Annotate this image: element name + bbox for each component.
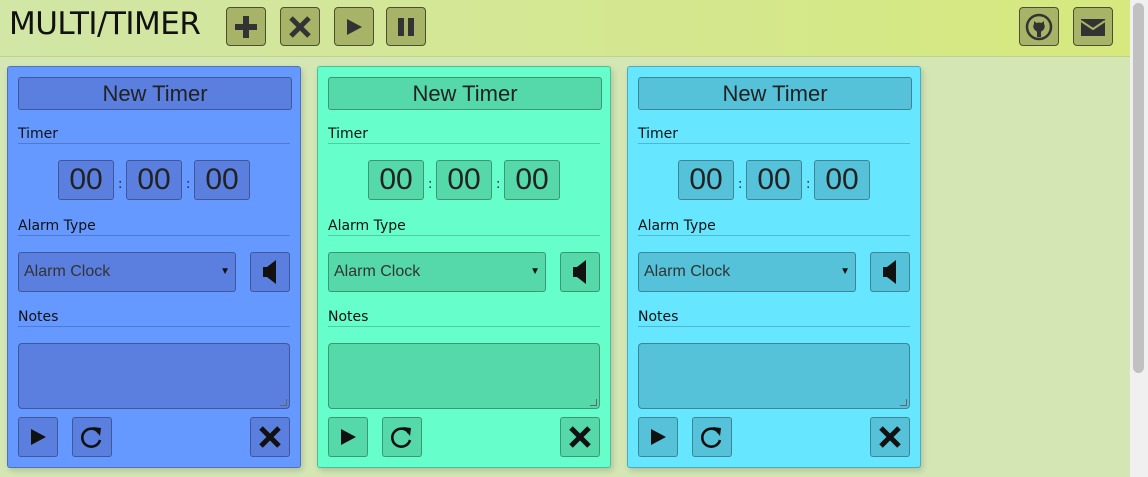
start-all-button[interactable] (334, 7, 374, 46)
hours-field[interactable]: 00 (58, 160, 114, 200)
vertical-scrollbar[interactable] (1130, 0, 1148, 477)
play-icon (341, 429, 356, 445)
notes-section-label: Notes (328, 309, 600, 327)
time-separator: : (428, 177, 433, 192)
delete-timer-button[interactable] (870, 417, 910, 457)
timer-card: New Timer Timer 00 : 00 : 00 Alarm Type … (627, 66, 921, 468)
start-timer-button[interactable] (18, 417, 58, 457)
start-timer-button[interactable] (328, 417, 368, 457)
pause-all-button[interactable] (386, 7, 426, 46)
app-title: MULTI/TIMER (9, 6, 201, 42)
seconds-field[interactable]: 00 (194, 160, 250, 200)
notes-textarea[interactable] (328, 343, 600, 409)
notes-textarea[interactable] (638, 343, 910, 409)
sound-preview-button[interactable] (870, 252, 910, 292)
notes-textarea[interactable] (18, 343, 290, 409)
timer-section-label: Timer (18, 126, 290, 144)
close-icon (259, 426, 281, 448)
mail-button[interactable] (1073, 7, 1113, 46)
play-icon (347, 18, 362, 35)
timer-name-input[interactable]: New Timer (638, 77, 912, 110)
timer-card: New Timer Timer 00 : 00 : 00 Alarm Type … (317, 66, 611, 468)
seconds-field[interactable]: 00 (504, 160, 560, 200)
minutes-field[interactable]: 00 (436, 160, 492, 200)
timer-card: New Timer Timer 00 : 00 : 00 Alarm Type … (7, 66, 301, 468)
notes-section-label: Notes (18, 309, 290, 327)
timer-section-label: Timer (638, 126, 910, 144)
resize-grip-icon[interactable] (590, 399, 597, 406)
alarm-section-label: Alarm Type (328, 218, 600, 236)
delete-timer-button[interactable] (250, 417, 290, 457)
plus-icon (235, 15, 257, 38)
alarm-type-select[interactable]: Alarm Clock ▼ (638, 252, 856, 292)
add-timer-button[interactable] (226, 7, 266, 46)
speaker-icon (883, 260, 896, 284)
start-timer-button[interactable] (638, 417, 678, 457)
close-icon (569, 426, 591, 448)
time-separator: : (496, 177, 501, 192)
alarm-type-value: Alarm Clock (24, 263, 111, 280)
reset-timer-button[interactable] (692, 417, 732, 457)
alarm-section-label: Alarm Type (638, 218, 910, 236)
time-separator: : (806, 177, 811, 192)
timer-name-input[interactable]: New Timer (18, 77, 292, 110)
chevron-down-icon: ▼ (220, 266, 230, 277)
chevron-down-icon: ▼ (840, 266, 850, 277)
hours-field[interactable]: 00 (678, 160, 734, 200)
refresh-icon (391, 427, 412, 448)
sound-preview-button[interactable] (560, 252, 600, 292)
notes-section-label: Notes (638, 309, 910, 327)
close-icon (879, 426, 901, 448)
close-icon (289, 15, 311, 38)
timer-name-input[interactable]: New Timer (328, 77, 602, 110)
time-separator: : (738, 177, 743, 192)
alarm-type-select[interactable]: Alarm Clock ▼ (18, 252, 236, 292)
minutes-field[interactable]: 00 (126, 160, 182, 200)
pause-icon (398, 17, 414, 36)
hours-field[interactable]: 00 (368, 160, 424, 200)
sound-preview-button[interactable] (250, 252, 290, 292)
chevron-down-icon: ▼ (530, 266, 540, 277)
minutes-field[interactable]: 00 (746, 160, 802, 200)
reset-timer-button[interactable] (72, 417, 112, 457)
time-separator: : (118, 177, 123, 192)
github-icon (1025, 13, 1053, 40)
mail-icon (1080, 18, 1106, 36)
github-button[interactable] (1019, 7, 1059, 46)
refresh-icon (81, 427, 102, 448)
alarm-type-value: Alarm Clock (334, 263, 421, 280)
alarm-type-value: Alarm Clock (644, 263, 731, 280)
resize-grip-icon[interactable] (900, 399, 907, 406)
alarm-type-select[interactable]: Alarm Clock ▼ (328, 252, 546, 292)
timer-section-label: Timer (328, 126, 600, 144)
time-separator: : (186, 177, 191, 192)
reset-timer-button[interactable] (382, 417, 422, 457)
resize-grip-icon[interactable] (280, 399, 287, 406)
speaker-icon (573, 260, 586, 284)
play-icon (651, 429, 666, 445)
refresh-icon (701, 427, 722, 448)
play-icon (31, 429, 46, 445)
delete-timer-button[interactable] (560, 417, 600, 457)
speaker-icon (263, 260, 276, 284)
remove-all-button[interactable] (280, 7, 320, 46)
scrollbar-thumb[interactable] (1133, 3, 1144, 373)
header: MULTI/TIMER (0, 0, 1130, 57)
alarm-section-label: Alarm Type (18, 218, 290, 236)
seconds-field[interactable]: 00 (814, 160, 870, 200)
